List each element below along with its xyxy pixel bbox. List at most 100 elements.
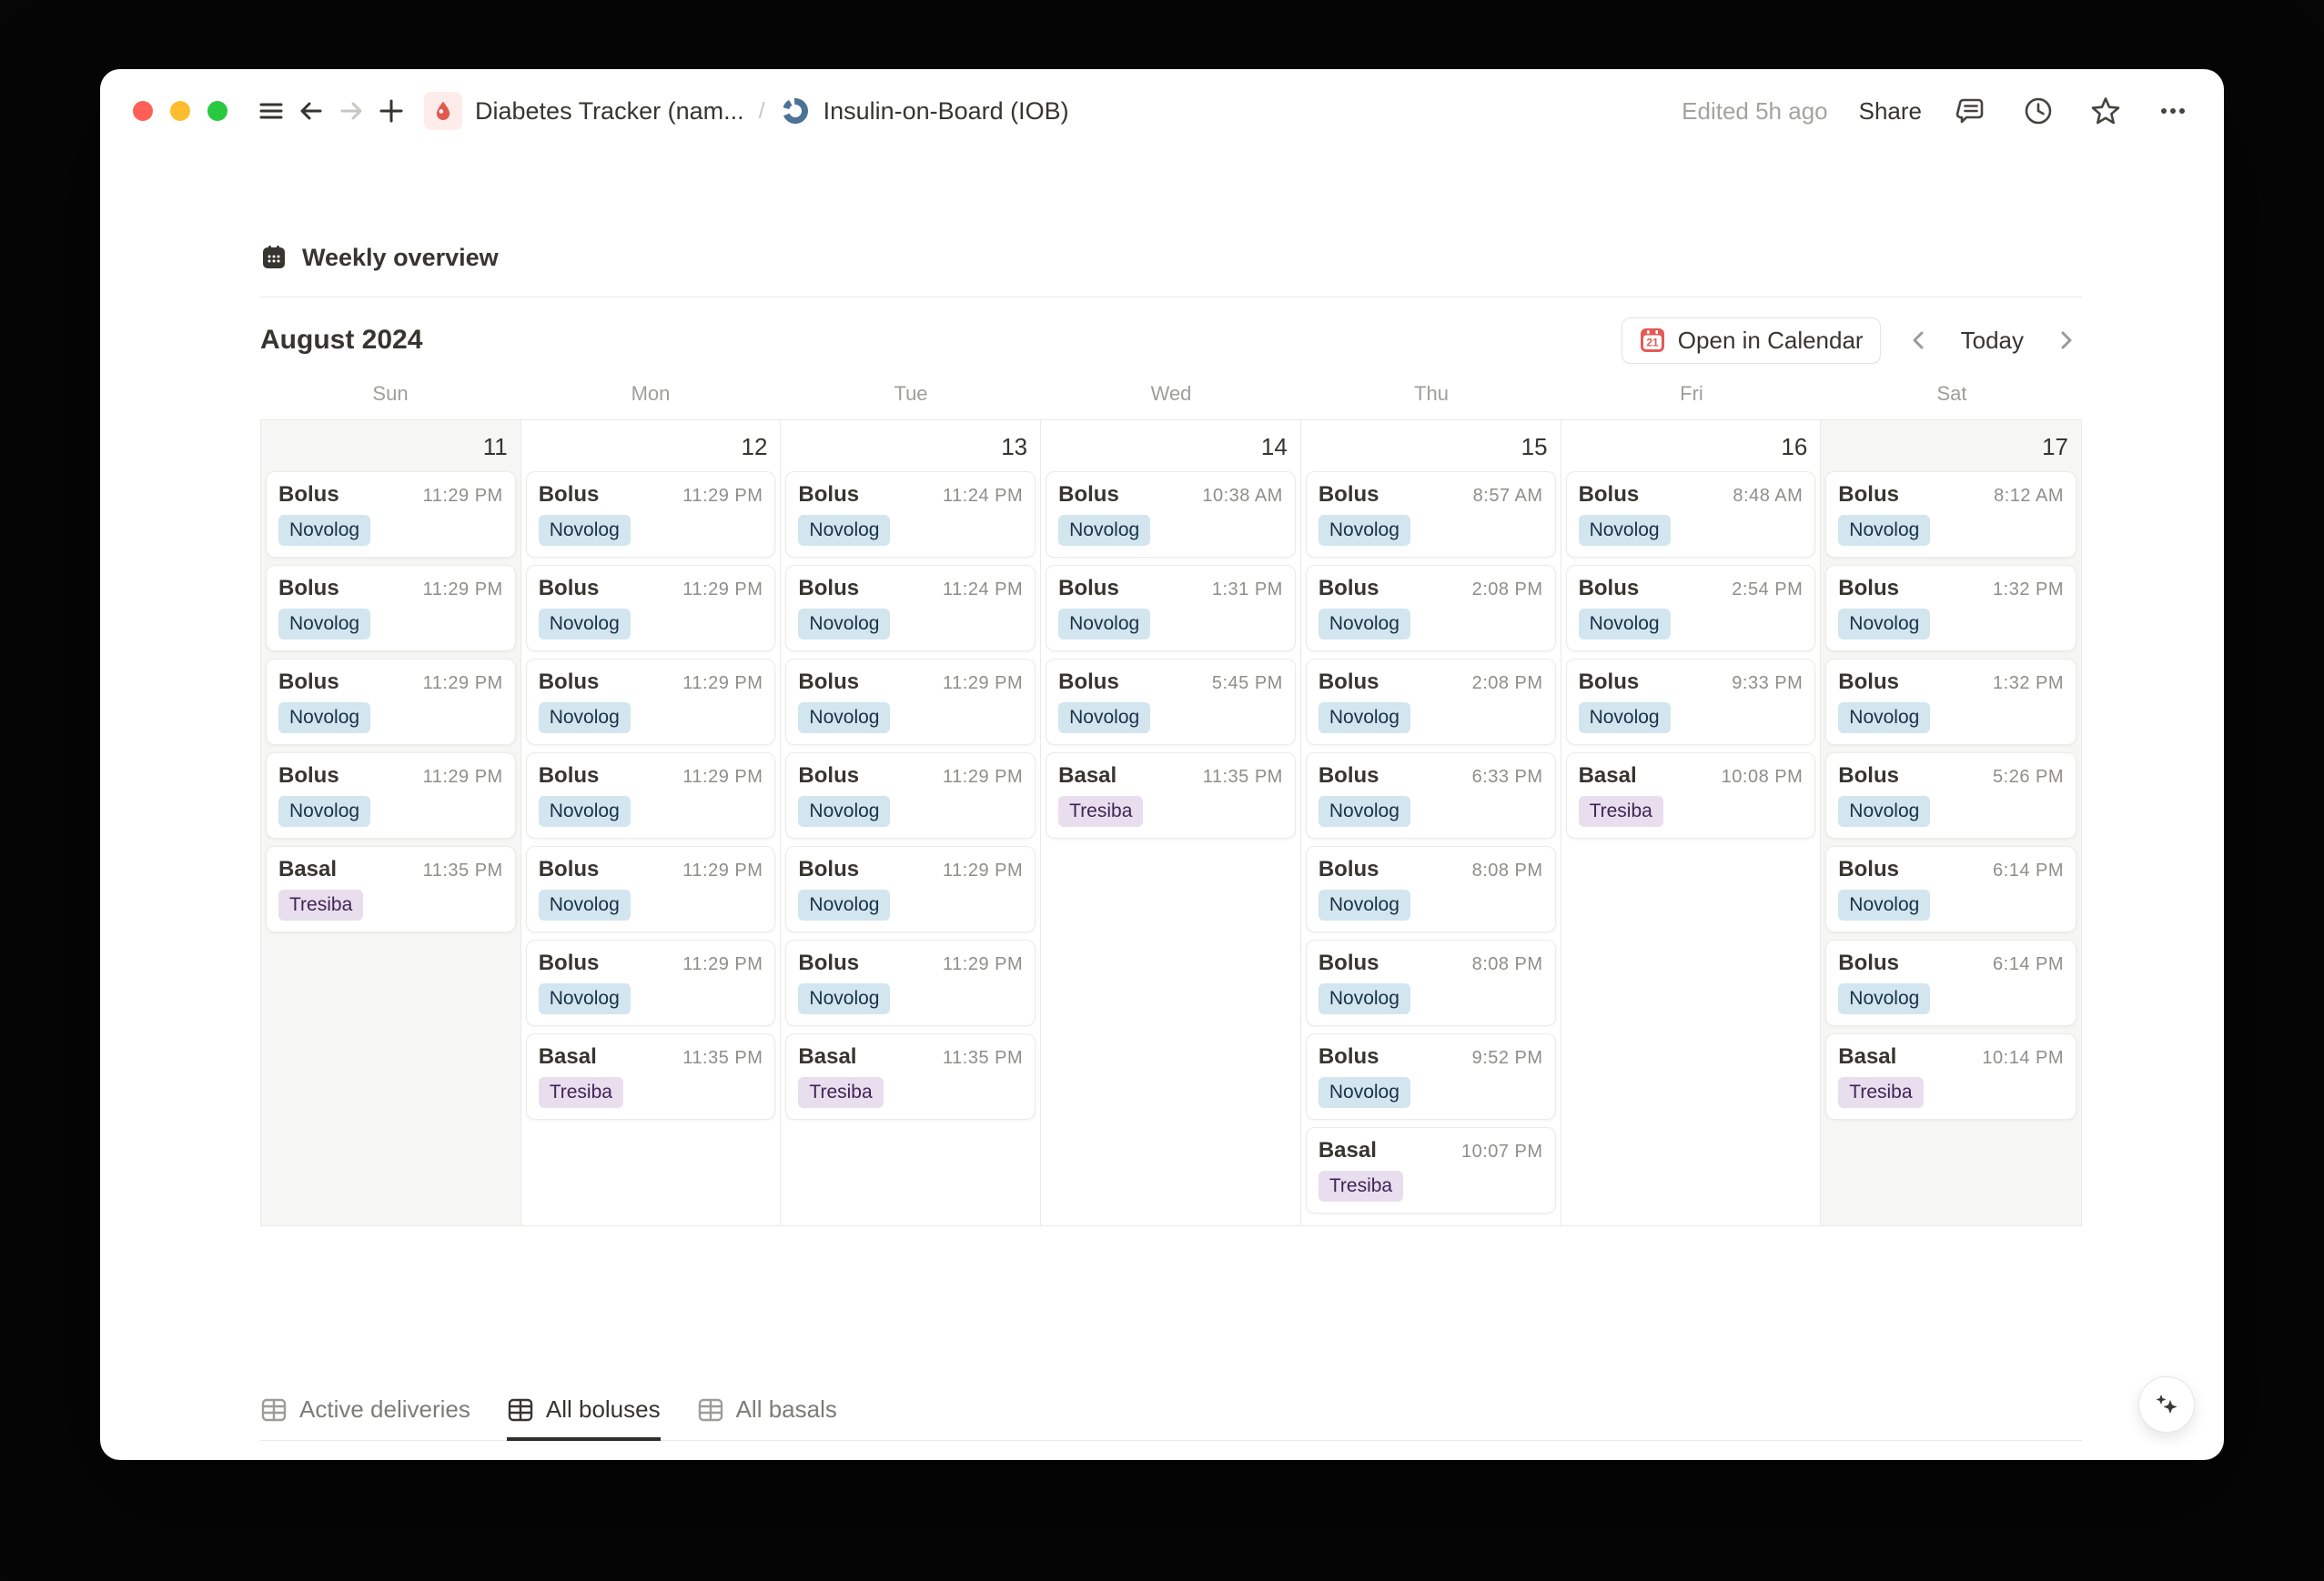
event-card[interactable]: Bolus 5:45 PM Novolog — [1046, 659, 1296, 745]
event-card[interactable]: Bolus 11:24 PM Novolog — [785, 565, 1036, 651]
event-card[interactable]: Bolus 6:14 PM Novolog — [1825, 846, 2076, 932]
edited-timestamp: Edited 5h ago — [1682, 96, 1828, 125]
event-card[interactable]: Bolus 2:08 PM Novolog — [1305, 565, 1556, 651]
open-in-calendar-button[interactable]: 21 Open in Calendar — [1621, 317, 1881, 364]
day-number[interactable]: 14 — [1041, 420, 1300, 471]
event-card[interactable]: Bolus 6:14 PM Novolog — [1825, 940, 2076, 1026]
zoom-window-button[interactable] — [207, 101, 227, 121]
today-button[interactable]: Today — [1957, 327, 2027, 355]
day-number[interactable]: 11 — [261, 420, 520, 471]
day-number[interactable]: 13 — [781, 420, 1040, 471]
event-card[interactable]: Bolus 1:32 PM Novolog — [1825, 565, 2076, 651]
event-card[interactable]: Bolus 9:33 PM Novolog — [1565, 659, 1816, 745]
section-title[interactable]: Weekly overview — [302, 244, 499, 272]
tab-all-basals[interactable]: All basals — [697, 1395, 837, 1441]
breadcrumb-page[interactable]: Insulin-on-Board (IOB) — [824, 97, 1069, 126]
traffic-lights — [133, 101, 227, 121]
tab-all-boluses[interactable]: All boluses — [506, 1395, 661, 1441]
event-title: Bolus — [1318, 951, 1379, 975]
event-tags: Novolog — [538, 515, 763, 547]
event-time: 9:52 PM — [1471, 1048, 1543, 1068]
event-card[interactable]: Basal 10:07 PM Tresiba — [1305, 1127, 1556, 1213]
event-card[interactable]: Bolus 9:52 PM Novolog — [1305, 1033, 1556, 1120]
tab-label: All basals — [735, 1395, 837, 1423]
event-card[interactable]: Basal 10:14 PM Tresiba — [1825, 1033, 2076, 1120]
svg-text:21: 21 — [1646, 337, 1659, 349]
event-card[interactable]: Bolus 11:29 PM Novolog — [525, 471, 776, 558]
event-card[interactable]: Bolus 1:32 PM Novolog — [1825, 659, 2076, 745]
event-card[interactable]: Bolus 11:29 PM Novolog — [266, 752, 516, 839]
event-card[interactable]: Bolus 5:26 PM Novolog — [1825, 752, 2076, 839]
next-week-icon[interactable] — [2049, 324, 2082, 357]
tab-active-deliveries[interactable]: Active deliveries — [260, 1395, 470, 1441]
event-tags: Novolog — [1058, 515, 1283, 547]
event-card[interactable]: Basal 10:08 PM Tresiba — [1565, 752, 1816, 839]
event-card[interactable]: Bolus 11:29 PM Novolog — [266, 659, 516, 745]
event-card[interactable]: Bolus 2:08 PM Novolog — [1305, 659, 1556, 745]
event-time: 11:29 PM — [422, 579, 503, 599]
close-window-button[interactable] — [133, 101, 153, 121]
comments-icon[interactable] — [1953, 93, 1989, 129]
event-tag: Novolog — [1318, 890, 1410, 921]
event-card[interactable]: Bolus 8:12 AM Novolog — [1825, 471, 2076, 558]
breadcrumb: Diabetes Tracker (nam... / Insulin-on-Bo… — [424, 92, 1069, 130]
event-card[interactable]: Bolus 11:29 PM Novolog — [785, 659, 1036, 745]
event-time: 11:24 PM — [943, 486, 1024, 506]
new-page-icon[interactable] — [371, 91, 411, 131]
ai-assistant-button[interactable] — [2138, 1376, 2195, 1433]
sidebar-menu-icon[interactable] — [251, 91, 291, 131]
event-card[interactable]: Bolus 8:57 AM Novolog — [1305, 471, 1556, 558]
event-time: 8:08 PM — [1471, 954, 1543, 974]
event-card[interactable]: Basal 11:35 PM Tresiba — [266, 846, 516, 932]
event-card[interactable]: Bolus 11:29 PM Novolog — [785, 846, 1036, 932]
day-number[interactable]: 16 — [1561, 420, 1821, 471]
event-tags: Novolog — [1578, 702, 1804, 734]
history-clock-icon[interactable] — [2020, 93, 2056, 129]
event-header: Bolus 9:33 PM — [1579, 670, 1804, 695]
forward-icon[interactable] — [331, 91, 371, 131]
event-card[interactable]: Basal 11:35 PM Tresiba — [525, 1033, 776, 1120]
event-card[interactable]: Bolus 11:29 PM Novolog — [266, 471, 516, 558]
event-card[interactable]: Bolus 11:29 PM Novolog — [525, 659, 776, 745]
prev-week-icon[interactable] — [1903, 324, 1935, 357]
minimize-window-button[interactable] — [170, 101, 190, 121]
event-header: Bolus 1:32 PM — [1838, 576, 2064, 601]
event-time: 11:29 PM — [682, 954, 763, 974]
event-card[interactable]: Bolus 11:29 PM Novolog — [785, 752, 1036, 839]
event-card[interactable]: Basal 11:35 PM Tresiba — [1046, 752, 1296, 839]
day-number[interactable]: 12 — [521, 420, 781, 471]
event-card[interactable]: Bolus 8:48 AM Novolog — [1565, 471, 1816, 558]
event-card[interactable]: Bolus 11:29 PM Novolog — [525, 846, 776, 932]
event-tag: Tresiba — [1318, 1171, 1404, 1203]
more-options-icon[interactable] — [2155, 93, 2191, 129]
event-card[interactable]: Bolus 2:54 PM Novolog — [1565, 565, 1816, 651]
event-time: 5:45 PM — [1211, 673, 1283, 693]
event-time: 11:29 PM — [682, 579, 763, 599]
day-column: 13 Bolus 11:24 PM Novolog Bolus 11:24 PM Novol… — [781, 420, 1042, 1225]
event-time: 11:29 PM — [682, 673, 763, 693]
favorite-star-icon[interactable] — [2087, 93, 2124, 129]
event-card[interactable]: Bolus 6:33 PM Novolog — [1305, 752, 1556, 839]
event-card[interactable]: Bolus 10:38 AM Novolog — [1046, 471, 1296, 558]
event-card[interactable]: Bolus 8:08 PM Novolog — [1305, 940, 1556, 1026]
event-title: Bolus — [798, 951, 860, 975]
breadcrumb-workspace[interactable]: Diabetes Tracker (nam... — [475, 97, 744, 126]
day-number[interactable]: 17 — [1821, 420, 2081, 471]
share-button[interactable]: Share — [1859, 97, 1922, 126]
back-icon[interactable] — [291, 91, 331, 131]
event-card[interactable]: Bolus 11:29 PM Novolog — [525, 752, 776, 839]
event-card[interactable]: Bolus 1:31 PM Novolog — [1046, 565, 1296, 651]
event-card[interactable]: Bolus 11:29 PM Novolog — [266, 565, 516, 651]
event-card[interactable]: Basal 11:35 PM Tresiba — [785, 1033, 1036, 1120]
event-card[interactable]: Bolus 8:08 PM Novolog — [1305, 846, 1556, 932]
event-card[interactable]: Bolus 11:29 PM Novolog — [525, 940, 776, 1026]
event-tag: Novolog — [1058, 609, 1151, 640]
day-number[interactable]: 15 — [1301, 420, 1561, 471]
event-tag: Novolog — [278, 609, 371, 640]
event-card[interactable]: Bolus 11:29 PM Novolog — [525, 565, 776, 651]
event-card[interactable]: Bolus 11:24 PM Novolog — [785, 471, 1036, 558]
event-header: Bolus 10:38 AM — [1058, 482, 1283, 508]
event-card[interactable]: Bolus 11:29 PM Novolog — [785, 940, 1036, 1026]
event-tag: Novolog — [1318, 983, 1410, 1015]
event-title: Bolus — [1838, 482, 1899, 507]
